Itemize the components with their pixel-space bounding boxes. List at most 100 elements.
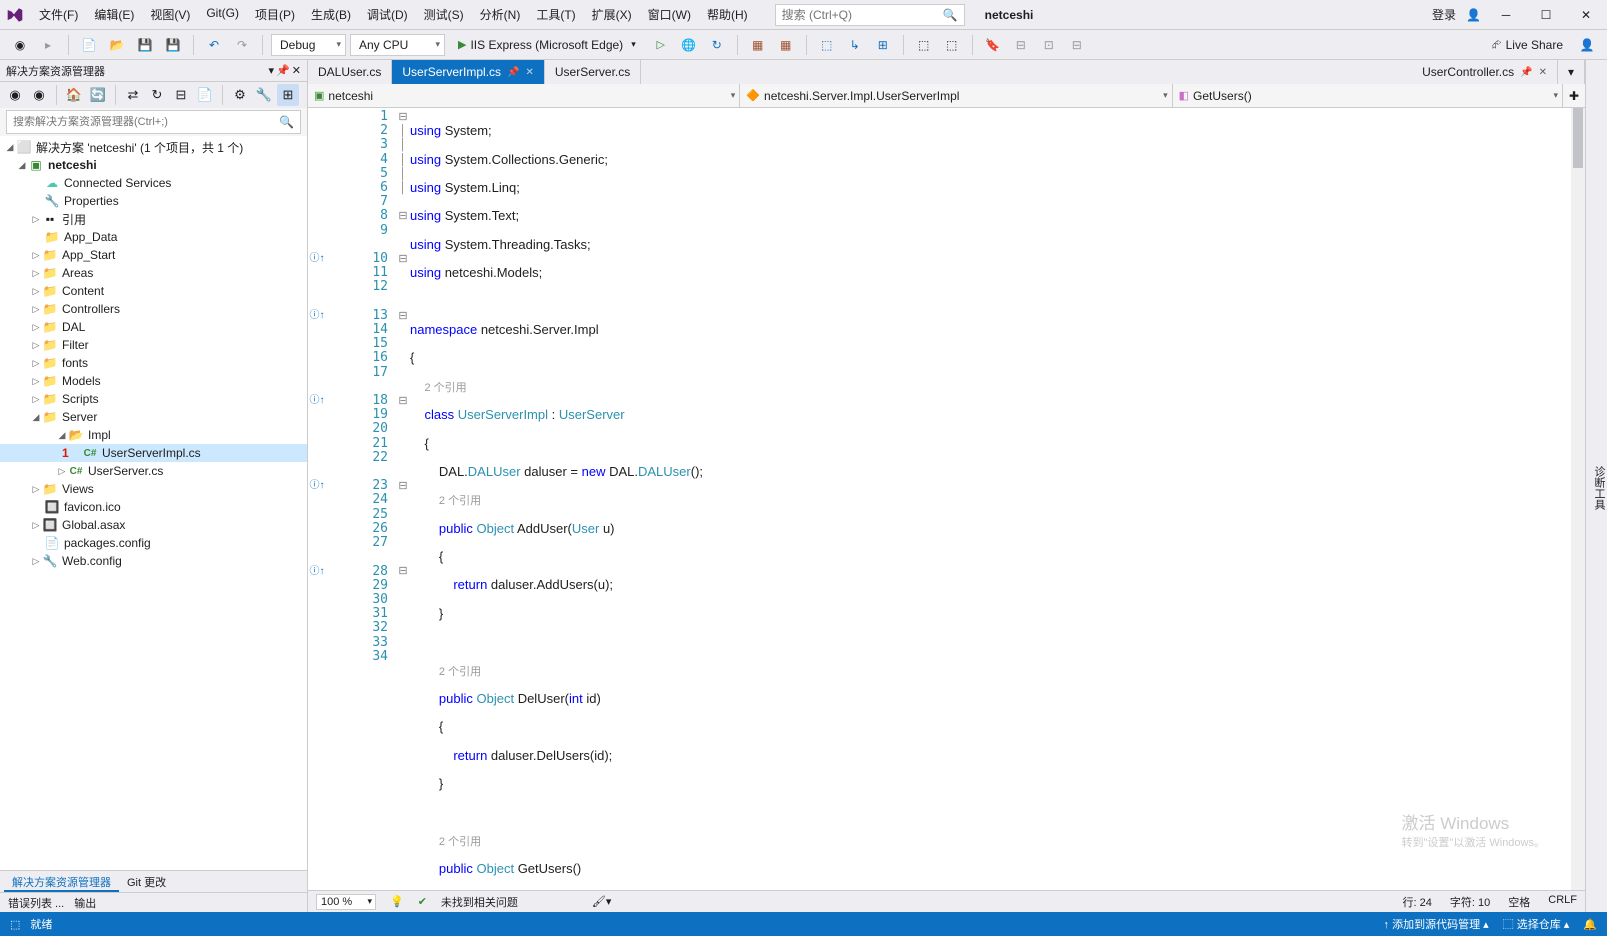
tab-overflow-button[interactable]: ▾ [1558,60,1585,84]
sync-icon[interactable]: ⇄ [122,84,144,106]
tree-node[interactable]: ▷📁Scripts [0,390,307,408]
run-button[interactable]: ▶IIS Express (Microsoft Edge)▾ [449,34,645,56]
open-button[interactable]: 📂 [105,33,129,57]
refresh-button[interactable]: ↻ [705,33,729,57]
redo-button[interactable]: ↷ [230,33,254,57]
close-button[interactable]: ✕ [1571,3,1601,27]
tree-node[interactable]: ▷📁Controllers [0,300,307,318]
tb-icon-8[interactable]: ⊟ [1009,33,1033,57]
panel-search-input[interactable] [13,116,279,128]
collapse-all-icon[interactable]: ⊟ [170,84,192,106]
menu-file[interactable]: 文件(F) [32,2,85,27]
info-icon[interactable]: ⓘ↑ [308,250,326,264]
menu-view[interactable]: 视图(V) [143,2,197,27]
col-indicator[interactable]: 字符: 10 [1450,894,1490,910]
title-search-input[interactable] [782,8,943,22]
bookmark-icon[interactable]: 🔖 [981,33,1005,57]
code-text[interactable]: using System; using System.Collections.G… [410,108,1571,890]
menu-tools[interactable]: 工具(T) [529,2,582,27]
title-search[interactable]: 🔍 [775,4,965,26]
nav-class-dropdown[interactable]: 🔶netceshi.Server.Impl.UserServerImpl [740,84,1172,107]
menu-build[interactable]: 生成(B) [304,2,358,27]
tree-node[interactable]: ▷📁fonts [0,354,307,372]
browser-button[interactable]: 🌐 [677,33,701,57]
doc-tab-active[interactable]: UserServerImpl.cs📌✕ [392,60,545,84]
tree-node[interactable]: 🔲favicon.ico [0,498,307,516]
tb-icon-5[interactable]: ⊞ [871,33,895,57]
tree-node[interactable]: 🔧Properties [0,192,307,210]
fold-column[interactable]: ⊟│││││⊟⊟⊟⊟⊟⊟ [396,108,410,890]
tb-icon-3[interactable]: ⬚ [815,33,839,57]
feedback-icon[interactable]: 👤 [1575,33,1599,57]
select-repo[interactable]: ⬚ 选择仓库 ▴ [1503,916,1570,932]
tb-icon-6[interactable]: ⬚ [912,33,936,57]
tree-node[interactable]: ▷📁Views [0,480,307,498]
line-indicator[interactable]: 行: 24 [1403,894,1432,910]
doc-tab[interactable]: UserController.cs📌✕ [1412,60,1558,84]
info-icon[interactable]: ⓘ↑ [308,562,326,576]
tree-node[interactable]: 📄packages.config [0,534,307,552]
tree-node[interactable]: ▷▪▪引用 [0,210,307,228]
solution-node[interactable]: ◢⬜解决方案 'netceshi' (1 个项目，共 1 个) [0,138,307,156]
user-icon[interactable]: 👤 [1466,8,1481,22]
crlf-indicator[interactable]: CRLF [1548,894,1577,910]
nav-fwd-button[interactable]: ▸ [36,33,60,57]
tree-node[interactable]: ▷C#UserServer.cs [0,462,307,480]
nav-back-button[interactable]: ◉ [8,33,32,57]
space-indicator[interactable]: 空格 [1508,894,1530,910]
tree-node[interactable]: ◢📁Server [0,408,307,426]
bell-icon[interactable]: 🔔 [1583,918,1597,931]
nav-project-dropdown[interactable]: ▣netceshi [308,84,740,107]
tree-node[interactable]: 📁App_Data [0,228,307,246]
tab-git[interactable]: Git 更改 [119,871,174,892]
login-link[interactable]: 登录 [1432,6,1456,23]
right-sidebar-tab[interactable]: 诊断工具 [1585,60,1607,912]
tree-node[interactable]: ▷📁DAL [0,318,307,336]
save-all-button[interactable]: 💾 [161,33,185,57]
menu-analyze[interactable]: 分析(N) [473,2,528,27]
switch-view-icon[interactable]: 🔄 [87,84,109,106]
tree-node[interactable]: ▷📁App_Start [0,246,307,264]
brush-icon[interactable]: 🖌▾ [592,895,612,908]
tree-node-selected[interactable]: 1C#UserServerImpl.cs [0,444,307,462]
tb-icon-10[interactable]: ⊟ [1065,33,1089,57]
doc-tab[interactable]: UserServer.cs [545,60,641,84]
menu-debug[interactable]: 调试(D) [360,2,415,27]
pin-icon[interactable]: 📌 [507,67,519,78]
panel-close-icon[interactable]: ✕ [292,64,301,77]
add-source-control[interactable]: ↑ 添加到源代码管理 ▴ [1384,916,1489,932]
tree-node[interactable]: ▷🔧Web.config [0,552,307,570]
nav-member-dropdown[interactable]: ◧GetUsers() [1173,84,1563,107]
maximize-button[interactable]: ☐ [1531,3,1561,27]
scroll-thumb[interactable] [1573,108,1583,168]
tb-icon-2[interactable]: ▦ [774,33,798,57]
close-icon[interactable]: ✕ [526,67,534,78]
panel-dropdown-icon[interactable]: ▾ [269,64,275,77]
tree-node[interactable]: ◢📂Impl [0,426,307,444]
tree-node[interactable]: ▷📁Areas [0,264,307,282]
doc-tab[interactable]: DALUser.cs [308,60,392,84]
close-icon[interactable]: ✕ [1539,67,1547,78]
tb-icon-4[interactable]: ↳ [843,33,867,57]
tb-icon-9[interactable]: ⊡ [1037,33,1061,57]
scrollbar[interactable] [1571,108,1585,890]
panel-pin-icon[interactable]: 📌 [276,64,290,77]
project-node[interactable]: ◢▣netceshi [0,156,307,174]
zoom-dropdown[interactable]: 100 % [316,894,376,910]
menu-extensions[interactable]: 扩展(X) [585,2,639,27]
menu-help[interactable]: 帮助(H) [700,2,755,27]
lightbulb-icon[interactable]: 💡 [390,895,404,908]
tree-node[interactable]: ▷📁Models [0,372,307,390]
home-icon[interactable]: 🏠 [63,84,85,106]
save-button[interactable]: 💾 [133,33,157,57]
filter-icon[interactable]: ⊞ [277,84,299,106]
info-icon[interactable]: ⓘ↑ [308,477,326,491]
solution-tree[interactable]: ◢⬜解决方案 'netceshi' (1 个项目，共 1 个) ◢▣netces… [0,136,307,870]
panel-search[interactable]: 🔍 [6,110,301,134]
new-button[interactable]: 📄 [77,33,101,57]
info-icon[interactable]: ⓘ↑ [308,392,326,406]
code-editor[interactable]: ⓘ↑ ⓘ↑ ⓘ↑ ⓘ↑ ⓘ↑ 1234567891011121314151617… [308,108,1585,890]
live-share-button[interactable]: ⮳ Live Share [1484,37,1571,52]
tree-node[interactable]: ☁Connected Services [0,174,307,192]
tb-icon-1[interactable]: ▦ [746,33,770,57]
